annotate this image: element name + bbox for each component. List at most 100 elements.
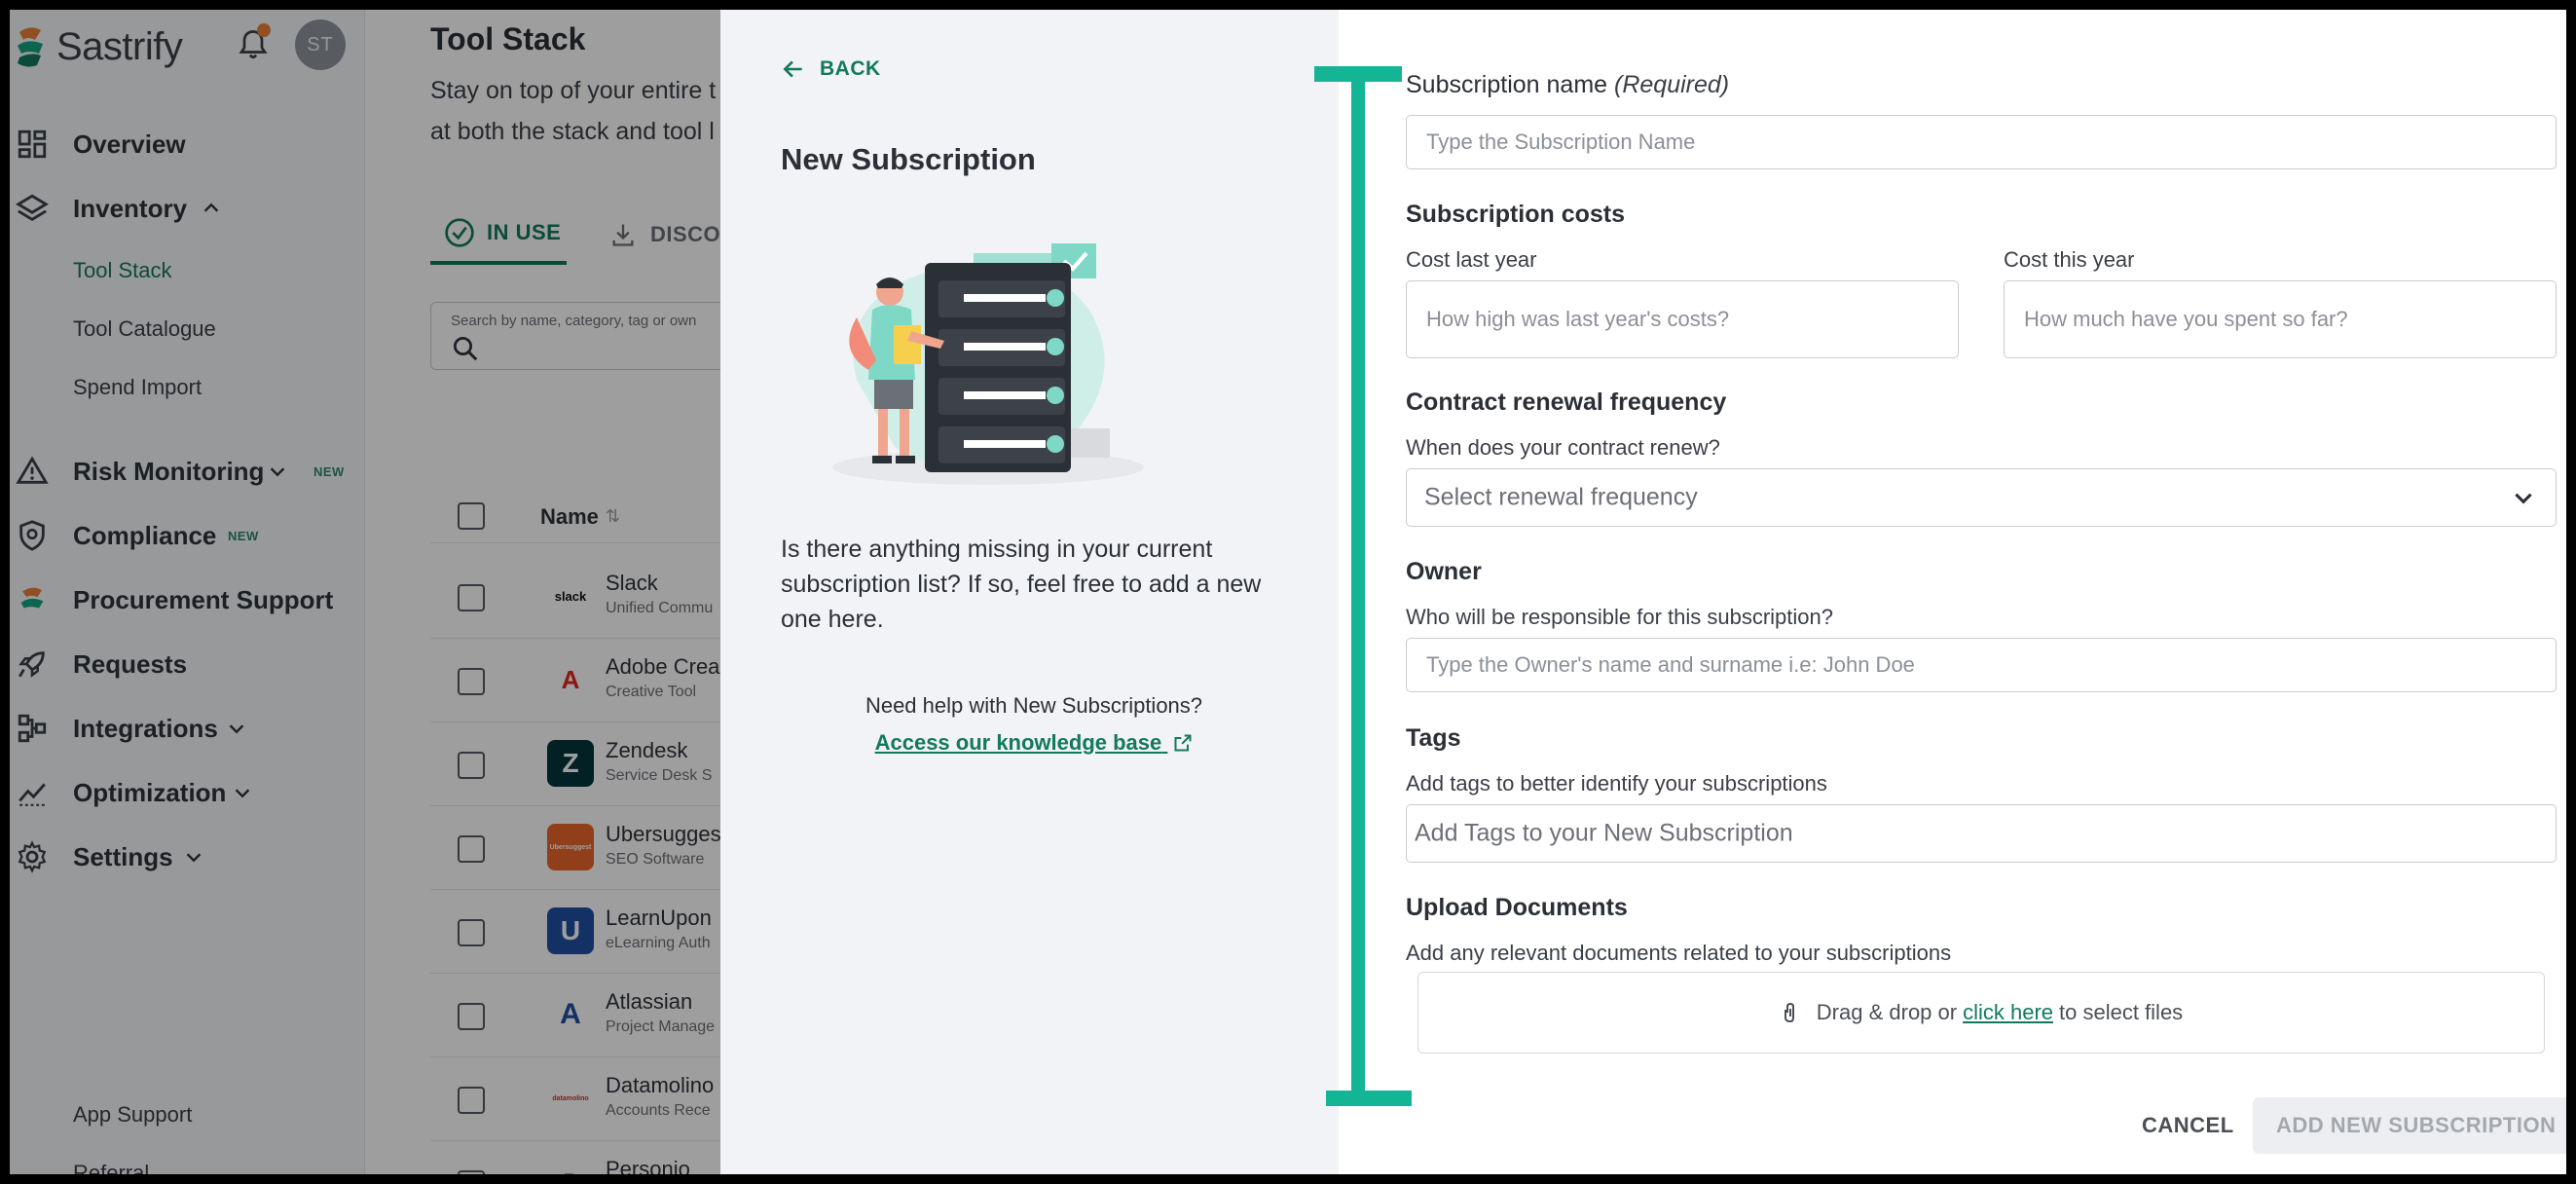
knowledge-base-link[interactable]: Access our knowledge base [781, 730, 1287, 756]
back-label: BACK [820, 57, 881, 80]
drop-prefix: Drag & drop or [1816, 1000, 1958, 1024]
file-dropzone[interactable]: Drag & drop or click here to select file… [1417, 972, 2545, 1054]
server-illustration [832, 243, 1144, 485]
row-checkbox[interactable] [458, 668, 485, 695]
select-placeholder: Select renewal frequency [1424, 483, 1698, 511]
adobe-logo: A [547, 656, 594, 703]
search-label: Search by name, category, tag or own [451, 313, 697, 329]
row-category: Accounts Rece [606, 1102, 711, 1119]
column-header-name[interactable]: Name [540, 504, 599, 530]
sidebar-item-label: Integrations [73, 713, 218, 743]
zendesk-logo: Z [547, 740, 594, 787]
row-checkbox[interactable] [458, 919, 485, 946]
table-row[interactable]: Z Zendesk Service Desk S [430, 722, 742, 806]
brand[interactable]: Sastrify [14, 18, 183, 76]
cost-this-year-input[interactable]: How much have you spent so far? [2004, 280, 2557, 358]
sidebar-subitem-tool-catalogue[interactable]: Tool Catalogue [73, 316, 216, 342]
owner-input[interactable]: Type the Owner's name and surname i.e: J… [1406, 638, 2557, 692]
atlassian-logo: A [547, 991, 594, 1038]
integrations-icon [18, 714, 47, 743]
drawer-title: New Subscription [781, 142, 1036, 176]
subscription-name-input[interactable]: Type the Subscription Name [1406, 115, 2557, 169]
gear-icon [18, 840, 47, 873]
shield-icon [19, 520, 45, 551]
click-here-link[interactable]: click here [1963, 1000, 2053, 1025]
owner-sublabel: Who will be responsible for this subscri… [1406, 605, 1833, 629]
table-row[interactable]: U LearnUpon eLearning Auth [430, 890, 742, 974]
row-name: Atlassian [606, 989, 693, 1014]
sidebar-item-requests[interactable]: Requests [10, 641, 365, 687]
trend-icon [18, 783, 46, 806]
drop-suffix: to select files [2059, 1000, 2184, 1024]
chevron-up-icon [203, 203, 219, 212]
chevron-down-icon [270, 467, 285, 477]
sidebar-item-settings[interactable]: Settings [10, 833, 365, 880]
chevron-down-icon [235, 789, 250, 798]
table-row[interactable]: Ubersuggest Ubersugges SEO Software [430, 806, 742, 890]
row-checkbox[interactable] [458, 835, 485, 863]
add-new-subscription-button[interactable]: ADD NEW SUBSCRIPTION [2253, 1097, 2566, 1154]
sidebar-footer-referral[interactable]: Referral [73, 1161, 149, 1174]
table-row[interactable]: P Personio [430, 1141, 742, 1174]
input-placeholder: Type the Owner's name and surname i.e: J… [1426, 652, 1915, 677]
knowledge-base-label: Access our knowledge base [874, 730, 1162, 755]
avatar[interactable]: ST [295, 19, 346, 70]
sidebar-item-risk-monitoring[interactable]: Risk Monitoring NEW [10, 448, 365, 495]
subscription-costs-label: Subscription costs [1406, 201, 1626, 228]
sidebar-item-procurement-support[interactable]: Procurement Support [10, 576, 365, 623]
row-category: Creative Tool [606, 684, 697, 700]
paperclip-icon [1784, 1002, 1794, 1023]
tags-input[interactable]: Add Tags to your New Subscription [1406, 804, 2557, 863]
page-title: Tool Stack [430, 21, 586, 56]
sort-icon[interactable]: ⇅ [606, 506, 620, 527]
table-row[interactable]: slack Slack Unified Commu [430, 555, 742, 639]
cost-last-year-input[interactable]: How high was last year's costs? [1406, 280, 1959, 358]
brand-name: Sastrify [56, 24, 183, 68]
sidebar-subitem-tool-stack[interactable]: Tool Stack [73, 258, 172, 283]
select-all-checkbox[interactable] [458, 502, 485, 530]
sidebar-item-optimization[interactable]: Optimization [10, 769, 365, 816]
dashboard-icon [18, 130, 47, 159]
datamolino-logo: datamolino [547, 1075, 594, 1122]
sidebar-item-inventory[interactable]: Inventory [10, 185, 365, 232]
row-checkbox[interactable] [458, 584, 485, 611]
cancel-button[interactable]: CANCEL [2142, 1113, 2234, 1138]
renewal-frequency-select[interactable]: Select renewal frequency [1406, 468, 2557, 527]
drawer-intro: Is there anything missing in your curren… [781, 536, 1262, 633]
input-placeholder: How much have you spent so far? [2024, 307, 2348, 331]
download-icon [612, 224, 634, 246]
tags-label: Tags [1406, 724, 1461, 752]
owner-label: Owner [1406, 558, 1482, 585]
layers-icon [16, 194, 49, 221]
table-row[interactable]: datamolino Datamolino Accounts Rece [430, 1057, 742, 1141]
row-category: Service Desk S [606, 767, 713, 784]
tab-in-use[interactable]: IN USE [430, 204, 567, 265]
row-category: eLearning Auth [606, 935, 711, 951]
upload-documents-label: Upload Documents [1406, 894, 1628, 921]
table-row[interactable]: A Atlassian Project Manage [430, 974, 742, 1057]
personio-logo: P [547, 1159, 594, 1174]
sidebar-item-overview[interactable]: Overview [10, 121, 365, 167]
cost-last-year-label: Cost last year [1406, 247, 1537, 272]
sidebar-item-integrations[interactable]: Integrations [10, 705, 365, 752]
row-checkbox[interactable] [458, 1170, 485, 1174]
chevron-down-icon [229, 724, 244, 734]
table-header: Name ⇅ [430, 485, 742, 543]
sidebar-item-label: Requests [73, 648, 188, 679]
subscription-name-label: Subscription name (Required) [1406, 71, 1729, 99]
sastrify-logo-icon [18, 27, 43, 67]
search-input[interactable]: Search by name, category, tag or own [430, 302, 742, 370]
row-checkbox[interactable] [458, 1087, 485, 1114]
cost-this-year-label: Cost this year [2004, 247, 2135, 272]
help-text: Need help with New Subscriptions? [865, 693, 1203, 718]
row-checkbox[interactable] [458, 1003, 485, 1030]
back-button[interactable]: BACK [781, 56, 881, 82]
sidebar-subitem-spend-import[interactable]: Spend Import [73, 375, 202, 400]
row-checkbox[interactable] [458, 752, 485, 779]
sidebar-item-compliance[interactable]: Compliance NEW [10, 512, 365, 559]
row-name: Slack [606, 571, 658, 595]
page-description-line: Stay on top of your entire t [430, 77, 717, 104]
page-description: Stay on top of your entire t at both the… [430, 70, 742, 152]
table-row[interactable]: A Adobe Crea Creative Tool [430, 639, 742, 722]
sidebar-footer-app-support[interactable]: App Support [73, 1102, 192, 1128]
